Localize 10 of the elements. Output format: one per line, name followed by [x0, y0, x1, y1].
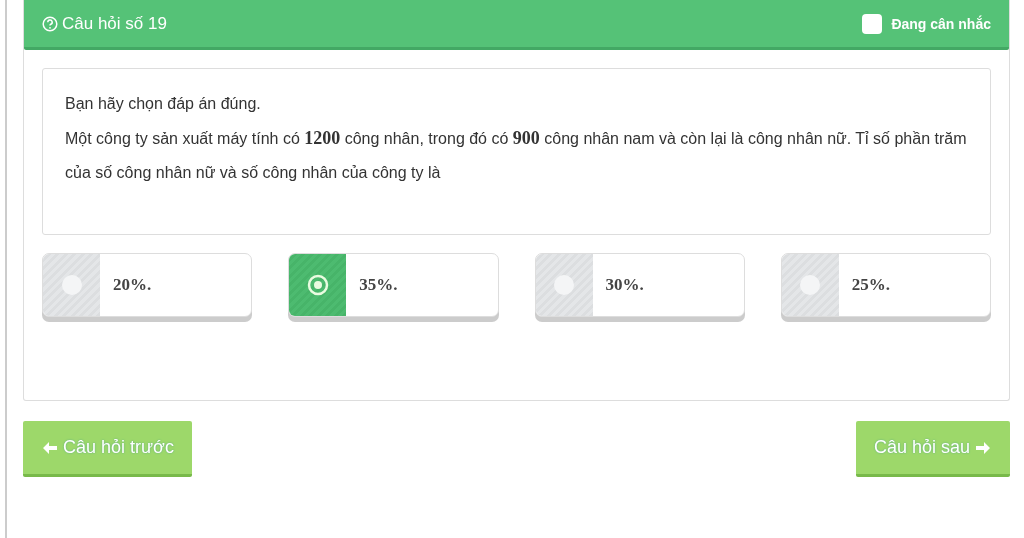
question-number: Câu hỏi số 19	[62, 13, 167, 34]
radio-icon	[306, 274, 329, 296]
checkbox-icon[interactable]	[862, 13, 883, 34]
instruction-text: Bạn hãy chọn đáp án đúng.	[65, 94, 262, 114]
arrow-right-icon	[974, 439, 992, 456]
radio-icon	[60, 274, 83, 296]
radio-icon	[799, 274, 822, 296]
help-icon	[42, 15, 58, 32]
radio-icon	[553, 274, 575, 296]
question-text: Một công ty sản xuất máy tính có 1200 công nhân, trong đó có 900 công nhân nam và còn lại là công nhân nữ. Tỉ số phần trăm của số công nhân nữ và số công nhân của công ty là	[65, 127, 968, 183]
